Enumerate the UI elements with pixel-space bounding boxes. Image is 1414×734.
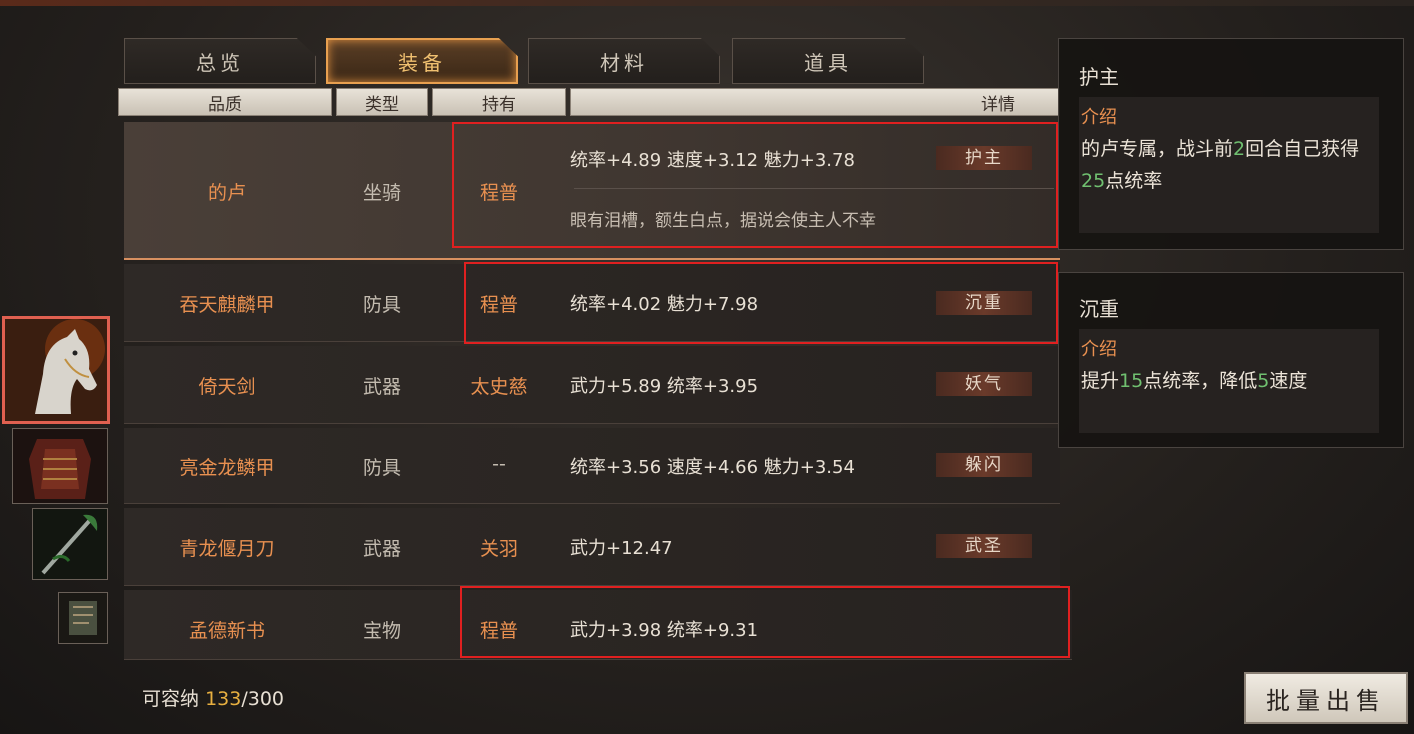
item-stats: 武力+12.47 (570, 538, 673, 559)
skill-tooltip-hu-zhu: 护主 介绍 的卢专属，战斗前2回合自己获得 25点统率 (1058, 38, 1404, 250)
highlight-number: 5 (1257, 370, 1270, 392)
highlight-number: 15 (1119, 370, 1144, 392)
tab-label: 装备 (398, 50, 446, 75)
capacity-current: 133 (205, 688, 242, 710)
item-type: 防具 (362, 457, 401, 479)
tab-label: 材料 (600, 50, 648, 75)
book-icon (59, 593, 107, 643)
tab-materials[interactable]: 材料 (528, 38, 720, 84)
capacity-max: 300 (247, 688, 284, 710)
tab-label: 道具 (804, 50, 852, 75)
item-name: 青龙偃月刀 (179, 538, 275, 560)
text-segment: 提升 (1081, 370, 1120, 392)
item-name: 孟德新书 (188, 620, 265, 642)
tooltip-title: 护主 (1079, 65, 1119, 89)
armor-thumb[interactable] (12, 428, 108, 504)
skill-badge[interactable]: 妖气 (936, 372, 1032, 396)
tab-items[interactable]: 道具 (732, 38, 924, 84)
skill-badge[interactable]: 武圣 (936, 534, 1032, 558)
item-type: 防具 (362, 294, 401, 316)
item-name: 的卢 (207, 182, 246, 204)
highlight-number: 25 (1081, 170, 1106, 192)
header-owner[interactable]: 持有 (432, 88, 566, 116)
header-label: 持有 (482, 94, 516, 115)
table-row[interactable]: 倚天剑 武器 太史慈 武力+5.89 统率+3.95 妖气 (124, 346, 1060, 424)
batch-sell-button[interactable]: 批量出售 (1244, 672, 1408, 724)
blade-icon (33, 509, 107, 579)
skill-tooltip-chen-zhong: 沉重 介绍 提升15点统率，降低5速度 (1058, 272, 1404, 448)
header-detail: 详情 (570, 88, 1060, 116)
item-name: 吞天麒麟甲 (179, 294, 275, 316)
armor-icon (13, 429, 107, 503)
item-stats: 统率+3.56 速度+4.66 魅力+3.54 (570, 457, 855, 478)
book-thumb[interactable] (58, 592, 108, 644)
item-type: 宝物 (362, 620, 401, 642)
item-owner: 太史慈 (470, 376, 528, 398)
text-segment: 点统率，降低 (1143, 370, 1258, 392)
highlight-box (452, 122, 1058, 248)
item-type: 武器 (362, 376, 401, 398)
horse-portrait-thumb[interactable] (2, 316, 110, 424)
tooltip-title: 沉重 (1079, 297, 1119, 321)
tab-label: 总览 (196, 50, 244, 75)
tab-overview[interactable]: 总览 (124, 38, 316, 84)
capacity-counter: 可容纳 133/300 (142, 684, 284, 711)
item-owner: 关羽 (479, 538, 518, 560)
text-segment: 速度 (1269, 370, 1308, 392)
tooltip-text: 的卢专属，战斗前2回合自己获得 25点统率 (1081, 133, 1381, 197)
skill-badge[interactable]: 躲闪 (936, 453, 1032, 477)
highlight-box (460, 586, 1070, 658)
item-name: 倚天剑 (198, 376, 256, 398)
header-label: 品质 (208, 94, 242, 115)
table-row[interactable]: 亮金龙鳞甲 防具 -- 统率+3.56 速度+4.66 魅力+3.54 躲闪 (124, 428, 1060, 504)
horse-icon (5, 319, 107, 421)
text-segment: 回合自己获得 (1245, 138, 1360, 160)
tooltip-label: 介绍 (1081, 107, 1117, 128)
text-segment: 点统率 (1105, 170, 1163, 192)
header-type[interactable]: 类型 (336, 88, 428, 116)
tooltip-text: 提升15点统率，降低5速度 (1081, 365, 1381, 397)
text-segment: 的卢专属，战斗前 (1081, 138, 1234, 160)
glaive-thumb[interactable] (32, 508, 108, 580)
highlight-box (464, 262, 1058, 344)
top-border (0, 0, 1414, 6)
highlight-number: 2 (1233, 138, 1246, 160)
item-name: 亮金龙鳞甲 (179, 457, 275, 479)
capacity-label: 可容纳 (142, 688, 200, 710)
header-label: 类型 (365, 94, 399, 115)
item-owner: -- (492, 453, 506, 475)
header-quality[interactable]: 品质 (118, 88, 332, 116)
header-label: 详情 (981, 94, 1015, 115)
item-type: 坐骑 (362, 182, 401, 204)
tab-equipment[interactable]: 装备 (326, 38, 518, 84)
tooltip-label: 介绍 (1081, 339, 1117, 360)
item-type: 武器 (362, 538, 401, 560)
item-stats: 武力+5.89 统率+3.95 (570, 376, 759, 397)
table-row[interactable]: 青龙偃月刀 武器 关羽 武力+12.47 武圣 (124, 508, 1060, 586)
